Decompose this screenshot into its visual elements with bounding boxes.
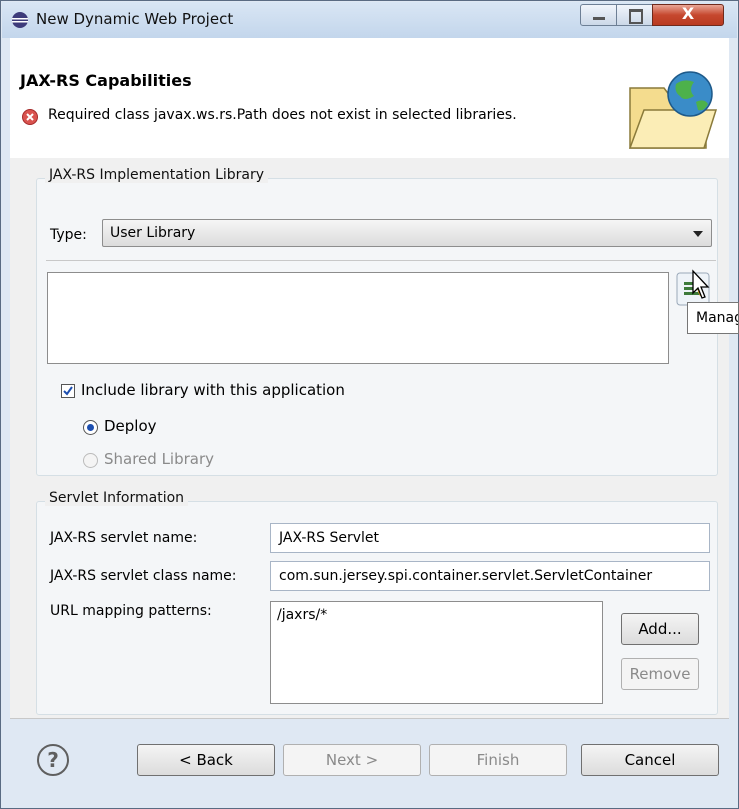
next-button[interactable]: Next > — [283, 744, 421, 776]
title-bar[interactable]: New Dynamic Web Project X — [2, 2, 737, 38]
footer-divider — [10, 718, 729, 719]
servlet-name-label: JAX-RS servlet name: — [50, 530, 198, 546]
dialog-window: New Dynamic Web Project X JAX-RS Capabil… — [0, 0, 739, 809]
error-message: Required class javax.ws.rs.Path does not… — [48, 107, 517, 123]
maximize-button[interactable] — [616, 4, 653, 26]
servlet-name-field[interactable]: JAX-RS Servlet — [270, 523, 710, 553]
type-select-value: User Library — [110, 225, 196, 241]
help-icon[interactable]: ? — [37, 744, 69, 776]
manage-libraries-tooltip: Manage libraries — [687, 302, 739, 334]
url-patterns-list[interactable]: /jaxrs/* — [270, 601, 603, 704]
error-icon — [22, 109, 38, 125]
minimize-icon — [593, 17, 605, 20]
divider — [46, 260, 716, 261]
type-label: Type: — [50, 227, 87, 243]
remove-button[interactable]: Remove — [621, 658, 699, 690]
impl-library-group: JAX-RS Implementation Library Type: User… — [36, 167, 718, 476]
library-list[interactable] — [47, 272, 669, 364]
deploy-label[interactable]: Deploy — [104, 417, 157, 435]
wizard-content: JAX-RS Implementation Library Type: User… — [10, 158, 729, 718]
eclipse-icon — [12, 12, 28, 28]
servlet-class-label: JAX-RS servlet class name: — [50, 568, 237, 584]
maximize-icon — [629, 9, 643, 24]
wizard-header: JAX-RS Capabilities Required class javax… — [10, 38, 729, 159]
mouse-cursor-icon — [692, 269, 710, 299]
page-title: JAX-RS Capabilities — [20, 71, 192, 90]
window-title: New Dynamic Web Project — [36, 10, 234, 28]
shared-library-radio[interactable] — [83, 453, 98, 468]
finish-button[interactable]: Finish — [429, 744, 567, 776]
close-icon: X — [681, 4, 695, 23]
add-button[interactable]: Add... — [621, 613, 699, 645]
include-library-checkbox[interactable] — [61, 384, 75, 398]
include-library-label[interactable]: Include library with this application — [81, 381, 345, 399]
list-item[interactable]: /jaxrs/* — [277, 607, 602, 623]
servlet-info-group-title: Servlet Information — [45, 490, 189, 506]
back-button[interactable]: < Back — [137, 744, 275, 776]
chevron-down-icon — [693, 231, 703, 237]
impl-library-group-title: JAX-RS Implementation Library — [45, 167, 269, 183]
shared-library-label[interactable]: Shared Library — [104, 450, 214, 468]
wizard-folder-globe-icon — [628, 71, 718, 149]
minimize-button[interactable] — [580, 4, 617, 26]
type-select[interactable]: User Library — [102, 219, 712, 247]
cancel-button[interactable]: Cancel — [581, 744, 719, 776]
close-button[interactable]: X — [652, 4, 724, 26]
checkmark-icon — [63, 386, 73, 396]
url-mapping-label: URL mapping patterns: — [50, 603, 212, 619]
deploy-radio[interactable] — [83, 420, 98, 435]
servlet-class-field[interactable]: com.sun.jersey.spi.container.servlet.Ser… — [270, 561, 710, 591]
